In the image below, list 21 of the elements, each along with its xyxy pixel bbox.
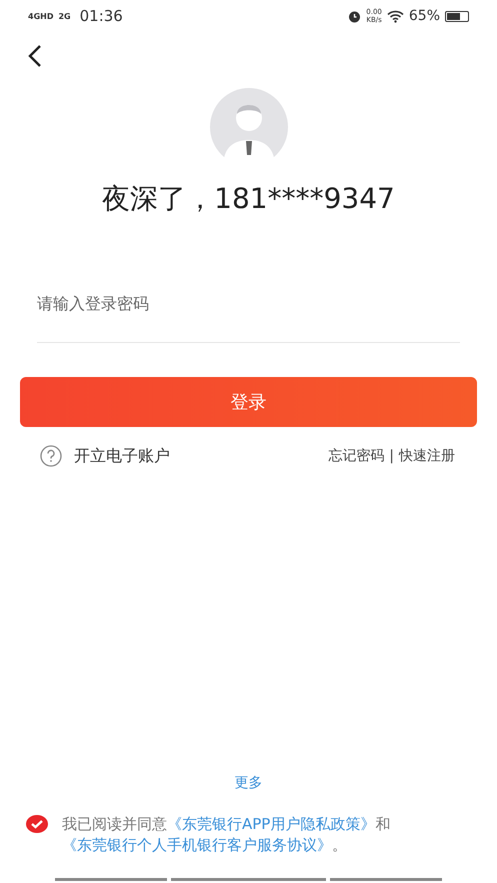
help-icon[interactable] xyxy=(40,445,62,467)
wifi-icon xyxy=(386,10,404,22)
login-button[interactable]: 登录 xyxy=(20,377,477,427)
battery-icon xyxy=(445,10,469,22)
agree-checkbox[interactable] xyxy=(26,815,48,833)
service-agreement-link[interactable]: 《东莞银行个人手机银行客户服务协议》 xyxy=(62,836,332,854)
forgot-password-link[interactable]: 忘记密码 xyxy=(328,447,384,465)
agreement-text: 我已阅读并同意《东莞银行APP用户隐私政策》和 《东莞银行个人手机银行客户服务协议》。 xyxy=(62,814,392,856)
clock: 01:36 xyxy=(80,7,123,25)
open-account-link[interactable]: 开立电子账户 xyxy=(74,446,170,466)
avatar-icon xyxy=(210,88,288,166)
separator: | xyxy=(389,448,394,464)
network-indicator: 4GHD xyxy=(28,12,54,20)
network-indicator: 2G xyxy=(58,12,71,20)
alarm-icon xyxy=(348,10,362,22)
privacy-policy-link[interactable]: 《东莞银行APP用户隐私政策》 xyxy=(167,815,376,833)
battery-percentage: 65% xyxy=(408,8,440,24)
back-icon[interactable] xyxy=(26,44,44,68)
more-link[interactable]: 更多 xyxy=(234,774,262,792)
greeting-text: 夜深了，181****9347 xyxy=(102,181,395,217)
register-link[interactable]: 快速注册 xyxy=(399,447,455,465)
